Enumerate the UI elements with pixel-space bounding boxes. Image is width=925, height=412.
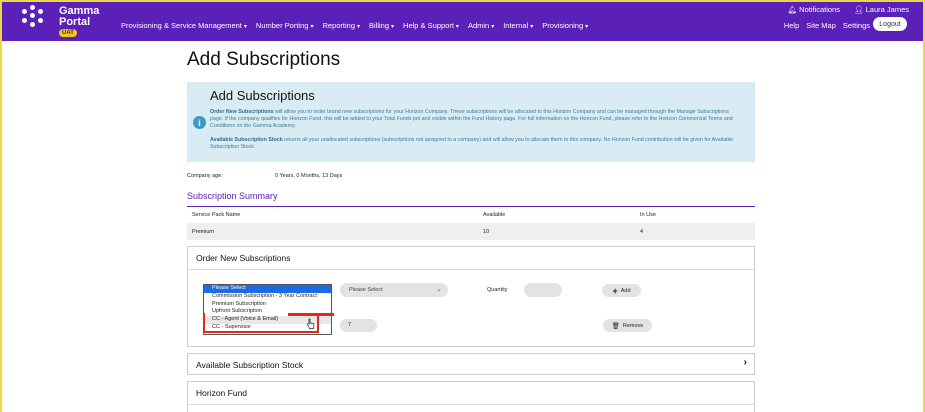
row2-quantity-input[interactable]: 7: [340, 319, 377, 332]
company-age-label: Company age:: [187, 173, 223, 179]
env-badge: UAT: [59, 29, 77, 37]
info-title: Add Subscriptions: [210, 88, 315, 103]
cell-service-pack: Premium: [192, 228, 215, 235]
order-new-subscriptions-panel: Order New Subscriptions Please Select Co…: [187, 246, 755, 347]
settings-link[interactable]: Settings: [843, 21, 870, 30]
site-map-link[interactable]: Site Map: [806, 21, 836, 30]
brand-name: Gamma Portal: [59, 5, 100, 28]
order-panel-title: Order New Subscriptions: [196, 253, 291, 263]
page-title: Add Subscriptions: [187, 49, 341, 70]
plus-icon: +: [612, 285, 618, 296]
nav-help-support[interactable]: Help & Support ▾: [403, 21, 459, 30]
chevron-down-icon: ▾: [391, 24, 395, 30]
frame-left: [0, 0, 2, 412]
cell-available: 10: [483, 228, 490, 235]
quantity-label: Quantity: [487, 287, 508, 293]
nav-internal[interactable]: Internal ▾: [503, 21, 533, 30]
subscription-summary-title: Subscription Summary: [187, 191, 278, 201]
trash-icon: 🗑︎: [611, 322, 620, 330]
option-commission-subscription[interactable]: Commission Subscription - 3 Year Contrac…: [204, 293, 331, 301]
chevron-down-icon: ▾: [585, 24, 589, 30]
info-box: i Add Subscriptions Order New Subscripti…: [187, 82, 755, 162]
header-in-use: In Use: [640, 212, 656, 218]
nav-provisioning[interactable]: Provisioning ▾: [542, 21, 588, 30]
notifications-link[interactable]: 🔔︎ Notifications: [788, 5, 840, 14]
chevron-down-icon: ▾: [455, 24, 459, 30]
red-highlight-box: [203, 313, 319, 333]
summary-divider: [187, 206, 755, 207]
chevron-down-icon: ▾: [243, 24, 247, 30]
user-menu[interactable]: 👤︎ Laura James: [854, 5, 909, 14]
info-paragraph-order: Order New Subscriptions will allow you t…: [210, 109, 733, 129]
stock-panel-title: Available Subscription Stock: [196, 360, 304, 370]
help-link[interactable]: Help: [784, 21, 799, 30]
top-header: Gamma Portal UAT Provisioning & Service …: [2, 2, 923, 41]
company-age-value: 0 Years, 0 Months, 13 Days: [275, 173, 343, 179]
cell-in-use: 4: [640, 228, 644, 235]
fund-panel-divider: [188, 404, 754, 405]
info-icon: i: [193, 116, 206, 129]
horizon-fund-panel: Horizon Fund: [187, 381, 755, 412]
add-button[interactable]: + Add: [602, 284, 641, 297]
chevron-down-icon: ▾: [530, 24, 534, 30]
order-panel-divider: [188, 269, 754, 270]
table-row: Premium 10 4: [187, 223, 755, 240]
remove-button[interactable]: 🗑︎ Remove: [603, 319, 652, 332]
fund-panel-title: Horizon Fund: [196, 388, 248, 398]
gamma-logo-icon[interactable]: [22, 5, 44, 27]
bell-icon: 🔔︎: [787, 5, 798, 14]
service-select[interactable]: Please Select ⌄: [340, 283, 448, 297]
summary-table-header: Service Pack Name Available In Use: [187, 208, 755, 222]
chevron-down-icon: ▾: [310, 24, 314, 30]
option-premium-subscription[interactable]: Premium Subscription: [204, 301, 331, 309]
top-right-links: 🔔︎ Notifications 👤︎ Laura James: [788, 5, 909, 14]
utility-links: Help Site Map Settings: [784, 21, 870, 30]
info-paragraph-stock: Available Subscription Stock returns all…: [210, 137, 734, 150]
nav-number-porting[interactable]: Number Porting ▾: [256, 21, 314, 30]
main-nav: Provisioning & Service Management ▾ Numbe…: [121, 21, 588, 30]
nav-billing[interactable]: Billing ▾: [369, 21, 394, 30]
header-service-pack-name: Service Pack Name: [192, 212, 241, 218]
header-available: Available: [483, 212, 506, 218]
chevron-down-icon: ▾: [491, 24, 495, 30]
chevron-down-icon: ⌄: [436, 286, 442, 293]
logout-button[interactable]: Logout: [873, 17, 907, 31]
chevron-down-icon: ▾: [357, 24, 361, 30]
hand-cursor-icon: [307, 318, 315, 329]
red-highlight-top: [288, 313, 334, 316]
chevron-right-icon[interactable]: ›: [744, 357, 747, 368]
nav-admin[interactable]: Admin ▾: [468, 21, 494, 30]
option-please-select[interactable]: Please Select: [204, 285, 331, 293]
quantity-input[interactable]: [524, 283, 562, 297]
available-subscription-stock-panel[interactable]: Available Subscription Stock ›: [187, 353, 755, 375]
nav-reporting[interactable]: Reporting ▾: [322, 21, 360, 30]
user-icon: 👤︎: [854, 5, 864, 14]
nav-provisioning-service-management[interactable]: Provisioning & Service Management ▾: [121, 21, 247, 30]
